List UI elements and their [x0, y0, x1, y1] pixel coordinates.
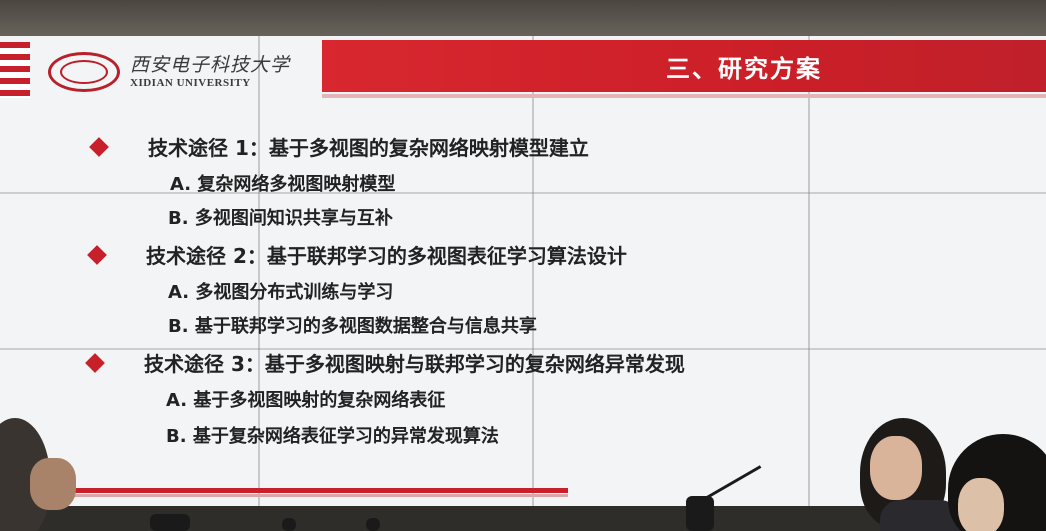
- list-item: 技术途径 3：基于多视图映射与联邦学习的复杂网络异常发现: [85, 348, 685, 377]
- footer-rule-shadow: [70, 494, 568, 497]
- sub-item: A. 复杂网络多视图映射模型: [170, 170, 395, 196]
- sub-item-text: A. 复杂网络多视图映射模型: [170, 174, 396, 195]
- approach-title: 技术途径 2：基于联邦学习的多视图表征学习算法设计: [146, 244, 627, 268]
- panel-seam: [532, 36, 534, 506]
- microphone-icon: [282, 518, 296, 531]
- sub-item-text: B. 基于复杂网络表征学习的异常发现算法: [166, 426, 499, 447]
- audience-face: [870, 436, 922, 500]
- university-seal-icon: [48, 52, 120, 92]
- university-name-cn: 西安电子科技大学: [130, 53, 291, 76]
- audience-face: [958, 478, 1004, 531]
- sub-item-text: A. 多视图分布式训练与学习: [168, 282, 394, 303]
- microphone-icon: [150, 514, 190, 531]
- section-title-bar: 三、研究方案: [322, 40, 1046, 92]
- panel-seam: [808, 36, 810, 506]
- title-underline: [322, 94, 1046, 98]
- sub-item: B. 基于复杂网络表征学习的异常发现算法: [166, 422, 499, 448]
- diamond-bullet-icon: [87, 244, 107, 265]
- list-item: 技术途径 1：基于多视图的复杂网络映射模型建立: [89, 132, 589, 161]
- audience-hand: [30, 458, 76, 510]
- sub-item-text: B. 多视图间知识共享与互补: [168, 208, 393, 229]
- footer-rule: [70, 488, 568, 493]
- diamond-bullet-icon: [85, 352, 105, 373]
- approach-title: 技术途径 1：基于多视图的复杂网络映射模型建立: [148, 136, 589, 160]
- logo-text: 西安电子科技大学 XIDIAN UNIVERSITY: [130, 53, 291, 89]
- sub-item: B. 基于联邦学习的多视图数据整合与信息共享: [168, 312, 537, 338]
- diamond-bullet-icon: [89, 136, 109, 157]
- room-ceiling: [0, 0, 1046, 40]
- university-name-en: XIDIAN UNIVERSITY: [130, 76, 251, 89]
- sub-item: A. 基于多视图映射的复杂网络表征: [166, 386, 445, 412]
- sub-item: A. 多视图分布式训练与学习: [168, 278, 393, 304]
- sub-item: B. 多视图间知识共享与互补: [168, 204, 393, 230]
- microphone-icon: [366, 518, 380, 531]
- approach-title: 技术途径 3：基于多视图映射与联邦学习的复杂网络异常发现: [144, 352, 685, 376]
- sub-item-text: A. 基于多视图映射的复杂网络表征: [166, 390, 446, 411]
- list-item: 技术途径 2：基于联邦学习的多视图表征学习算法设计: [87, 240, 627, 269]
- panel-seam: [0, 192, 1046, 194]
- header-stripes: [0, 42, 30, 98]
- section-title: 三、研究方案: [666, 54, 822, 83]
- sub-item-text: B. 基于联邦学习的多视图数据整合与信息共享: [168, 316, 537, 337]
- university-logo: 西安电子科技大学 XIDIAN UNIVERSITY: [48, 52, 290, 92]
